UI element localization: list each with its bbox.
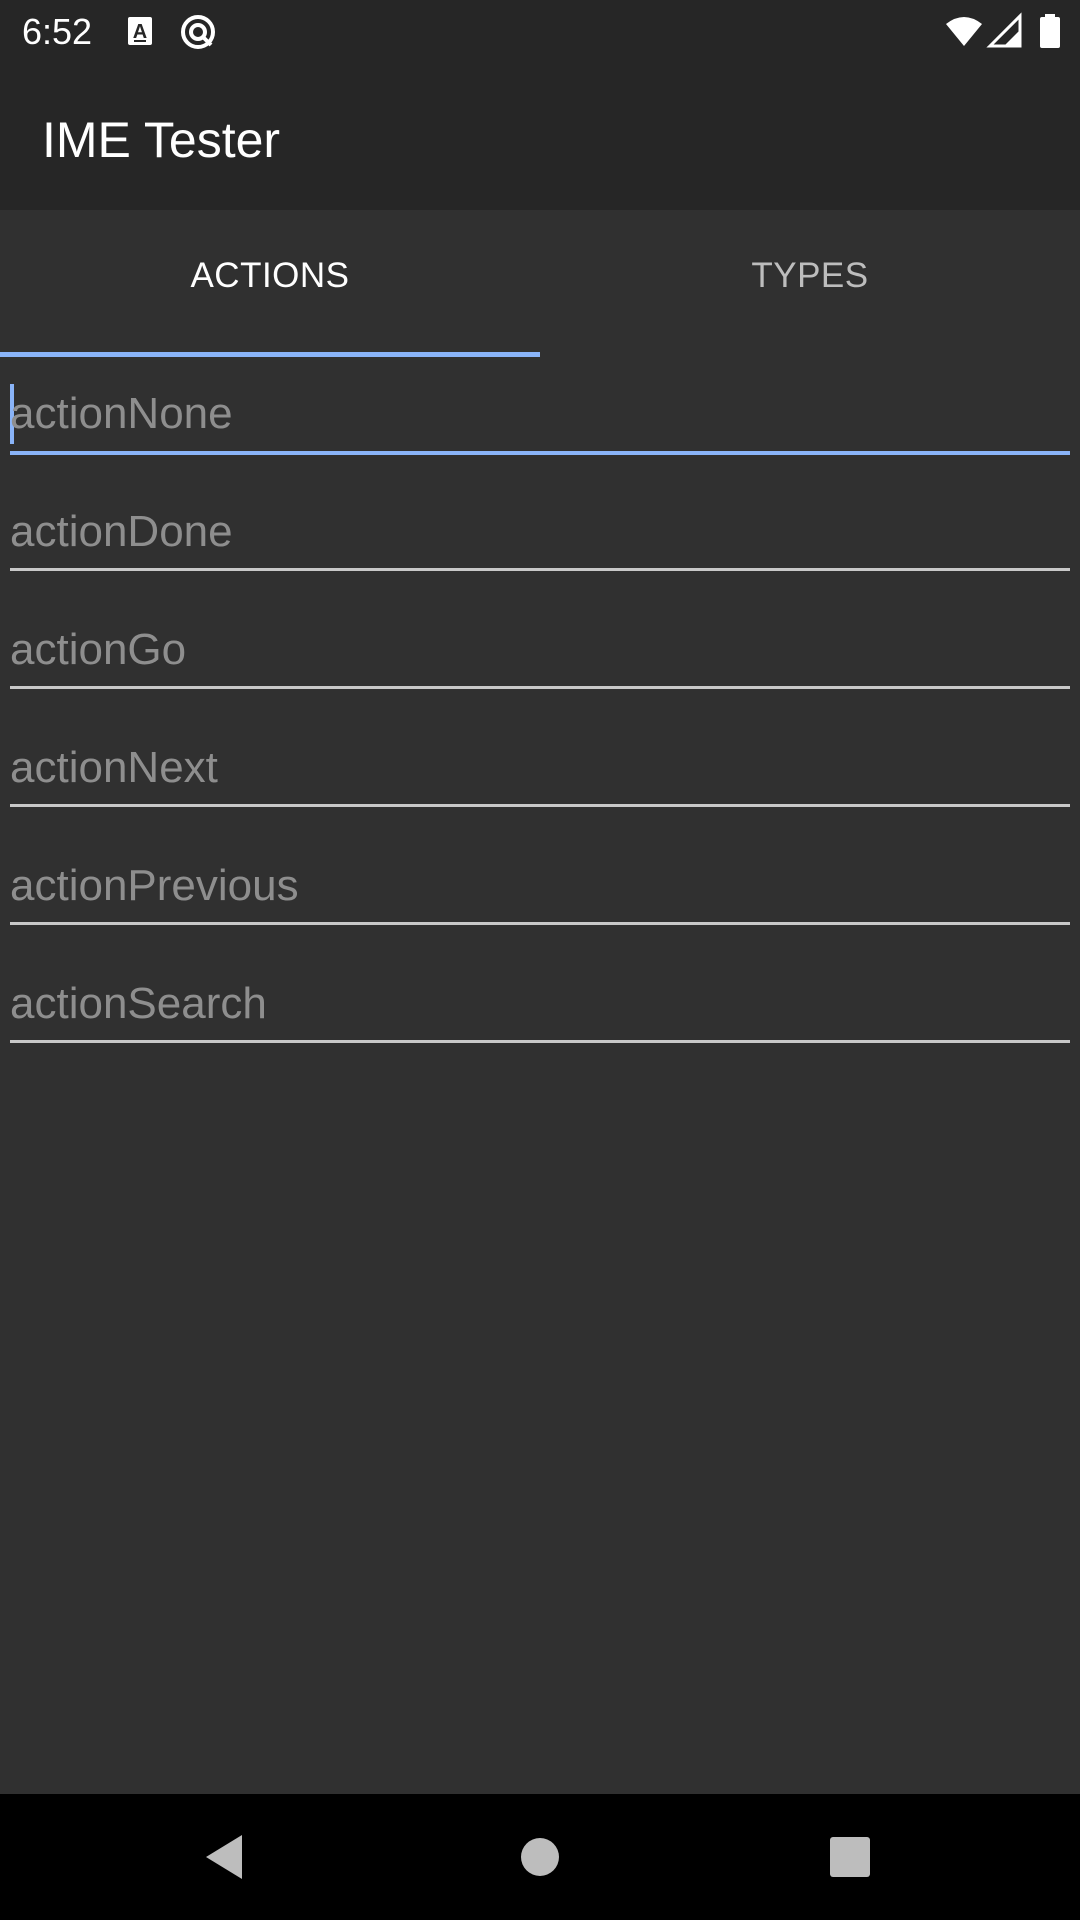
cell-signal-icon	[986, 12, 1026, 52]
field-action-go[interactable]: actionGo	[0, 592, 1080, 710]
wifi-icon	[944, 12, 984, 52]
field-action-previous[interactable]: actionPrevious	[0, 828, 1080, 946]
field-hint: actionNone	[10, 389, 233, 438]
field-underline	[10, 686, 1070, 689]
status-bar: 6:52 A	[0, 0, 1080, 63]
field-list: actionNone actionDone actionGo actionNex…	[0, 356, 1080, 1064]
field-hint: actionNext	[10, 743, 218, 792]
status-time: 6:52	[22, 11, 93, 52]
sync-circle-icon	[178, 12, 218, 52]
tab-types[interactable]: TYPES	[540, 210, 1080, 356]
app-bar: IME Tester	[0, 63, 1080, 210]
back-icon[interactable]	[192, 1825, 256, 1889]
field-underline	[10, 804, 1070, 807]
field-action-search[interactable]: actionSearch	[0, 946, 1080, 1064]
field-hint: actionGo	[10, 625, 187, 674]
field-action-next[interactable]: actionNext	[0, 710, 1080, 828]
field-underline	[10, 922, 1070, 925]
screen: 6:52 A IME Tester ACTIONS TYPES actionNo…	[0, 0, 1080, 1920]
autofill-a-icon: A	[124, 12, 164, 52]
app-title: IME Tester	[42, 112, 281, 168]
navigation-bar	[0, 1794, 1080, 1920]
field-underline	[10, 568, 1070, 571]
svg-text:A: A	[133, 21, 147, 43]
field-hint: actionPrevious	[10, 861, 299, 910]
field-hint: actionSearch	[10, 979, 267, 1028]
home-icon[interactable]	[508, 1825, 572, 1889]
field-hint: actionDone	[10, 507, 233, 556]
field-underline	[10, 451, 1070, 455]
field-action-done[interactable]: actionDone	[0, 474, 1080, 592]
field-action-none[interactable]: actionNone	[0, 356, 1080, 474]
field-underline	[10, 1040, 1070, 1043]
tab-actions[interactable]: ACTIONS	[0, 210, 540, 356]
tab-bar: ACTIONS TYPES	[0, 210, 1080, 357]
battery-icon	[1030, 12, 1070, 52]
recents-icon[interactable]	[818, 1825, 882, 1889]
